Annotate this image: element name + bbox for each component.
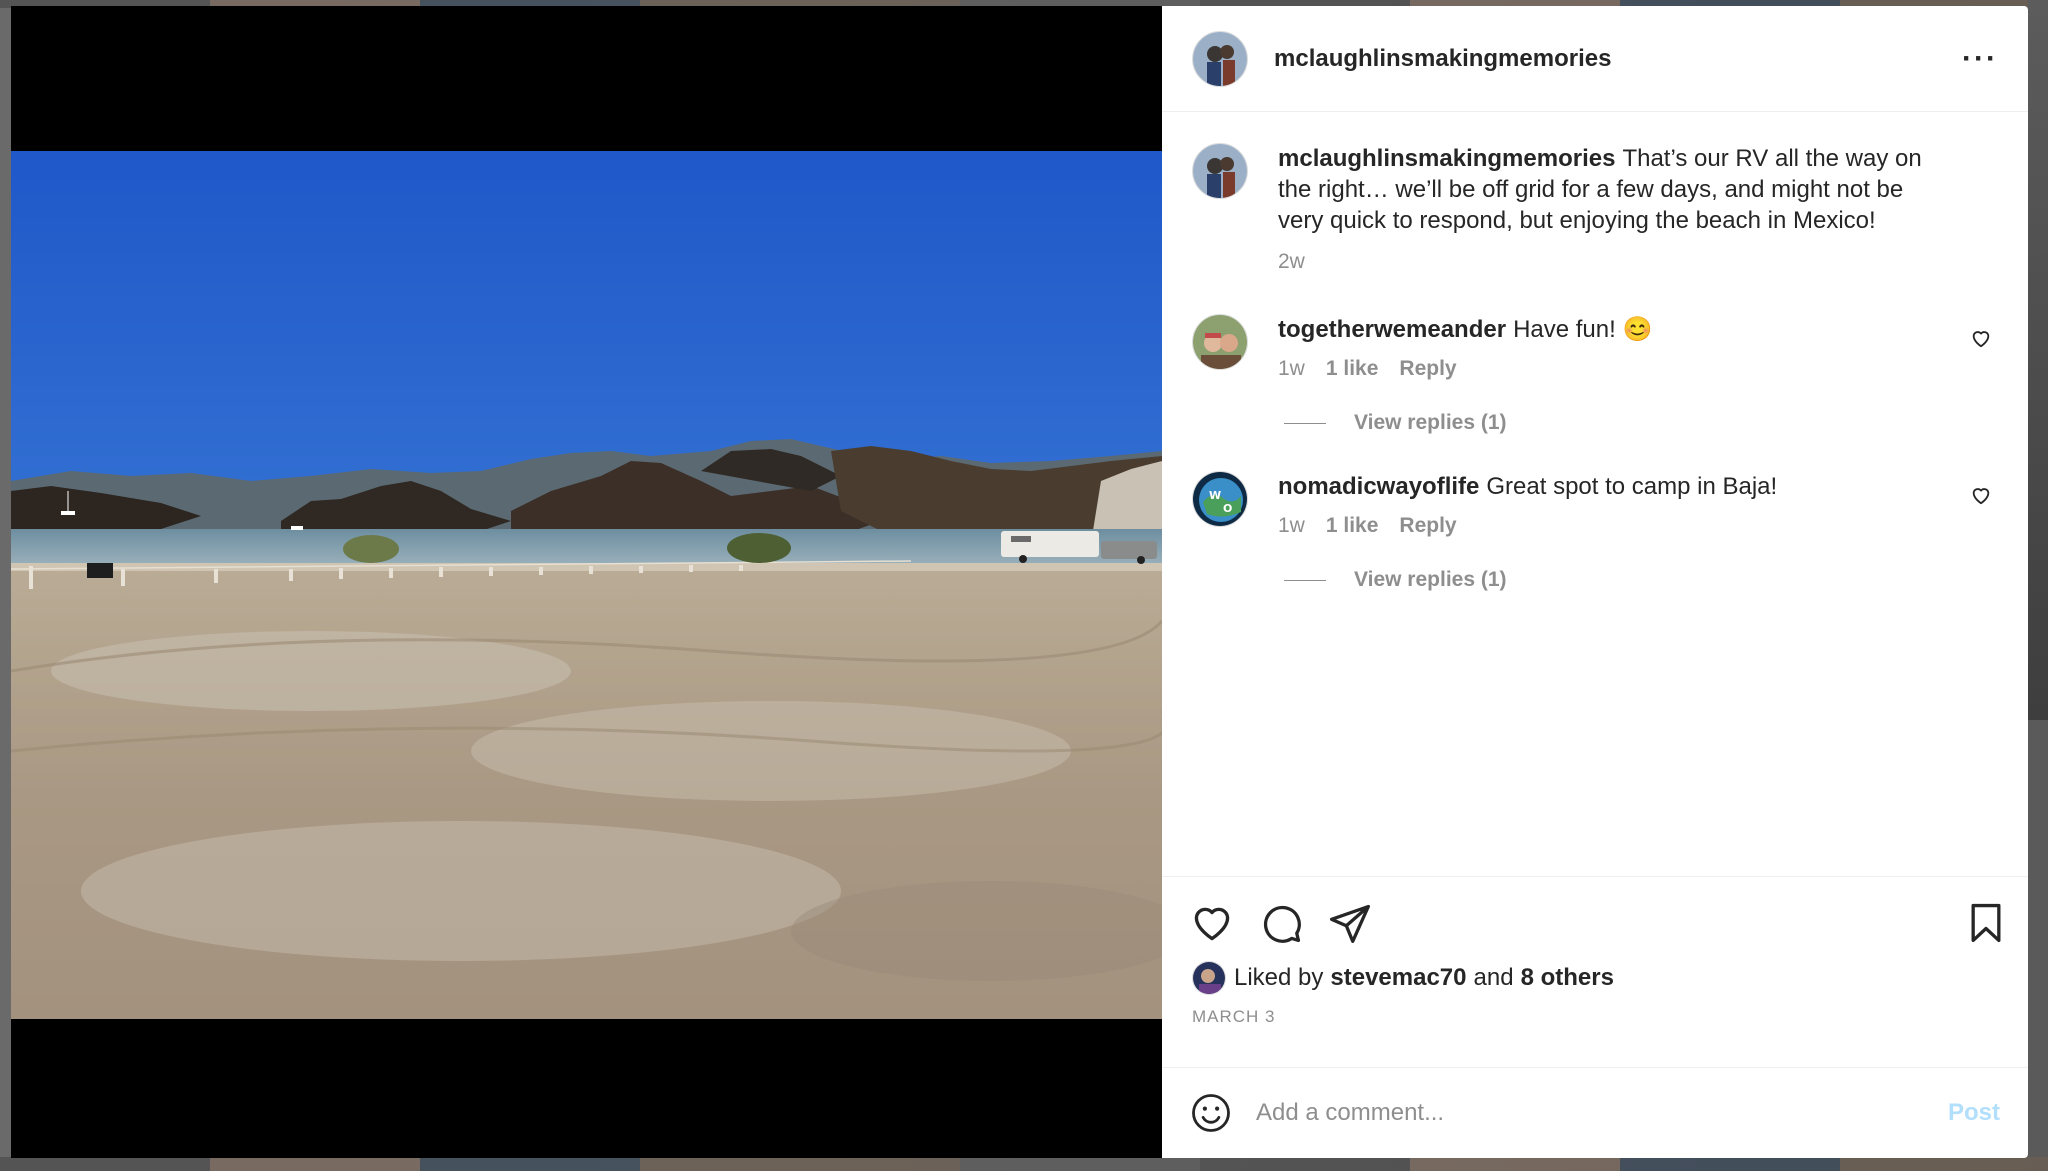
comment-item: togetherwemeander Have fun! 😊 1w 1 like R… xyxy=(1192,314,1998,381)
reply-button[interactable]: Reply xyxy=(1399,514,1456,538)
comment-input[interactable] xyxy=(1256,1099,1948,1127)
post-comment-button[interactable]: Post xyxy=(1948,1099,2000,1127)
view-replies[interactable]: View replies (1) xyxy=(1284,411,1998,435)
caption-avatar[interactable] xyxy=(1192,143,1248,199)
bookmark-icon[interactable] xyxy=(1964,901,2008,945)
comment-likes[interactable]: 1 like xyxy=(1326,357,1379,381)
author-avatar[interactable] xyxy=(1192,30,1248,87)
comment-bubble-icon[interactable] xyxy=(1259,901,1303,945)
backdrop-right-edge xyxy=(2028,0,2048,720)
comment-item: WO nomadicwayoflife Great spot to camp in… xyxy=(1192,471,1998,538)
commenter-avatar[interactable]: WO xyxy=(1192,471,1248,527)
add-comment-bar: Post xyxy=(1162,1067,2028,1158)
post-photo xyxy=(11,151,1162,1019)
svg-text:W: W xyxy=(1209,489,1221,502)
comment-age[interactable]: 1w xyxy=(1278,357,1305,381)
liked-by-and: and xyxy=(1473,964,1514,991)
comment-text: Have fun! 😊 xyxy=(1513,316,1653,343)
post-media[interactable] xyxy=(11,6,1162,1158)
paper-plane-icon[interactable] xyxy=(1328,901,1372,945)
comment-age[interactable]: 1w xyxy=(1278,514,1305,538)
likes-summary: Liked by stevemac70 and 8 others xyxy=(1162,945,2028,995)
backdrop-strip-bottom xyxy=(0,1157,2048,1171)
comments-section[interactable]: mclaughlinsmakingmemories That’s our RV a… xyxy=(1162,113,2028,876)
comment-likes[interactable]: 1 like xyxy=(1326,514,1379,538)
heart-icon[interactable] xyxy=(1190,901,1234,945)
replies-divider xyxy=(1284,422,1326,424)
liker-username[interactable]: stevemac70 xyxy=(1330,964,1466,992)
post-date[interactable]: MARCH 3 xyxy=(1162,995,2028,1027)
comment-text: Great spot to camp in Baja! xyxy=(1486,473,1778,500)
action-bar xyxy=(1162,877,2028,945)
post-details-panel: mclaughlinsmakingmemories ··· mclaughlin… xyxy=(1162,6,2028,1158)
replies-divider xyxy=(1284,579,1326,581)
author-username[interactable]: mclaughlinsmakingmemories xyxy=(1274,45,1611,73)
comment-username[interactable]: nomadicwayoflife xyxy=(1278,473,1479,500)
liked-by-prefix: Liked by xyxy=(1234,964,1324,991)
view-replies-label[interactable]: View replies (1) xyxy=(1354,411,1507,435)
post-caption: mclaughlinsmakingmemories That’s our RV a… xyxy=(1192,143,1998,274)
caption-username[interactable]: mclaughlinsmakingmemories xyxy=(1278,145,1615,172)
reply-button[interactable]: Reply xyxy=(1399,357,1456,381)
svg-text:O: O xyxy=(1223,502,1232,515)
caption-age[interactable]: 2w xyxy=(1278,250,1305,274)
more-horizontal-icon[interactable]: ··· xyxy=(1962,43,1998,74)
view-replies-label[interactable]: View replies (1) xyxy=(1354,568,1507,592)
post-actions: Liked by stevemac70 and 8 others MARCH 3 xyxy=(1162,876,2028,1067)
comment-heart-icon[interactable] xyxy=(1970,327,1992,349)
caption-text-block: mclaughlinsmakingmemories That’s our RV a… xyxy=(1278,143,1948,236)
likes-others[interactable]: 8 others xyxy=(1521,964,1614,992)
view-replies[interactable]: View replies (1) xyxy=(1284,568,1998,592)
post-header: mclaughlinsmakingmemories ··· xyxy=(1162,6,2028,112)
comment-username[interactable]: togetherwemeander xyxy=(1278,316,1506,343)
smiley-icon[interactable] xyxy=(1190,1092,1232,1134)
commenter-avatar[interactable] xyxy=(1192,314,1248,370)
liker-avatar[interactable] xyxy=(1192,961,1226,995)
comment-heart-icon[interactable] xyxy=(1970,484,1992,506)
